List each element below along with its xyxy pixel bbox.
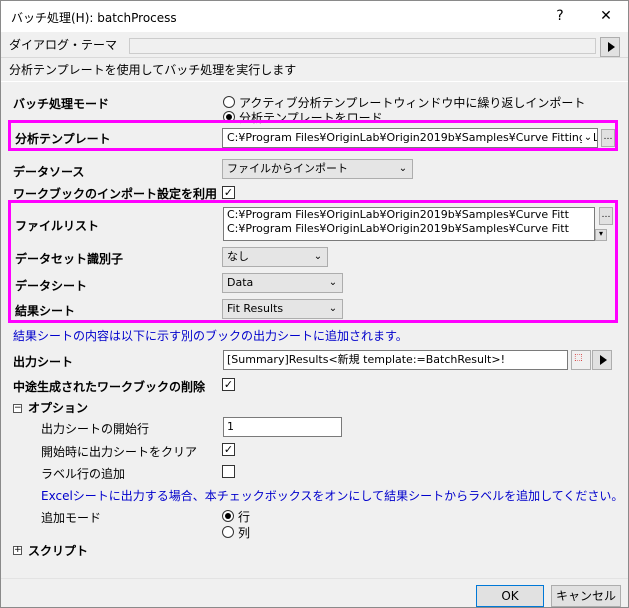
delete-intermediate-label: 中途生成されたワークブックの削除: [13, 380, 206, 394]
theme-label: ダイアログ・テーマ: [9, 38, 118, 52]
chevron-down-icon: ⌄: [582, 129, 594, 147]
separator: [1, 578, 628, 579]
data-sheet-combo[interactable]: Data ⌄: [222, 273, 343, 293]
output-sheet-select-button[interactable]: ⬚: [571, 350, 591, 370]
data-sheet-label: データシート: [15, 279, 88, 293]
batch-mode-radio-repeat[interactable]: [223, 96, 235, 108]
dialog-description: 分析テンプレートを使用してバッチ処理を実行します: [9, 63, 297, 77]
append-mode-option-column: 列: [238, 526, 251, 540]
theme-menu-button[interactable]: [600, 37, 620, 57]
file-list-expand-button[interactable]: ▾: [595, 229, 607, 241]
analysis-template-browse-button[interactable]: …: [601, 129, 615, 147]
dataset-id-label: データセット識別子: [15, 252, 124, 266]
data-sheet-value: Data: [227, 276, 254, 289]
file-list-box[interactable]: C:¥Program Files¥OriginLab¥Origin2019b¥S…: [223, 207, 595, 241]
file-list-item[interactable]: C:¥Program Files¥OriginLab¥Origin2019b¥S…: [224, 208, 594, 222]
analysis-template-label: 分析テンプレート: [15, 132, 111, 146]
result-sheet-combo[interactable]: Fit Results ⌄: [222, 299, 343, 319]
cancel-button[interactable]: キャンセル: [551, 585, 621, 607]
batch-process-dialog: バッチ処理(H): batchProcess ? ✕ ダイアログ・テーマ 分析テ…: [0, 0, 629, 608]
help-button[interactable]: ?: [538, 1, 582, 32]
script-label: スクリプト: [28, 544, 89, 558]
file-list-label: ファイルリスト: [15, 219, 100, 233]
append-mode-option-row: 行: [238, 510, 251, 524]
delete-intermediate-checkbox[interactable]: ✓: [222, 378, 235, 391]
theme-combo[interactable]: [129, 38, 596, 54]
data-source-combo[interactable]: ファイルからインポート ⌄: [222, 159, 413, 179]
output-sheet-menu-button[interactable]: [592, 350, 612, 370]
data-source-value: ファイルからインポート: [227, 162, 348, 175]
analysis-template-combo[interactable]: C:¥Program Files¥OriginLab¥Origin2019b¥S…: [222, 128, 598, 148]
add-label-row-label: ラベル行の追加: [41, 467, 126, 481]
clear-output-checkbox[interactable]: ✓: [222, 443, 235, 456]
result-sheet-label: 結果シート: [15, 304, 76, 318]
result-sheet-note: 結果シートの内容は以下に示す別のブックの出力シートに追加されます。: [13, 329, 408, 343]
dataset-id-combo[interactable]: なし ⌄: [222, 247, 328, 267]
output-sheet-field[interactable]: [Summary]Results<新規 template:=BatchResul…: [223, 350, 568, 370]
script-expand-icon[interactable]: +: [13, 546, 22, 555]
chevron-down-icon: ⌄: [328, 277, 338, 288]
title-bar: バッチ処理(H): batchProcess ? ✕: [1, 1, 628, 32]
append-mode-radio-row[interactable]: [222, 510, 234, 522]
ok-button[interactable]: OK: [476, 585, 544, 607]
output-sheet-label: 出力シート: [13, 355, 74, 369]
options-collapse-icon[interactable]: −: [13, 404, 22, 413]
play-icon: [600, 355, 607, 365]
start-row-label: 出力シートの開始行: [41, 422, 150, 436]
chevron-down-icon: ⌄: [313, 251, 323, 262]
add-label-row-checkbox[interactable]: [222, 465, 235, 478]
dataset-id-value: なし: [227, 250, 249, 263]
analysis-template-value: C:¥Program Files¥OriginLab¥Origin2019b¥S…: [227, 131, 598, 144]
result-sheet-value: Fit Results: [227, 302, 284, 315]
play-icon: [608, 42, 615, 52]
file-list-browse-button[interactable]: …: [599, 207, 613, 225]
separator: [1, 81, 628, 82]
start-row-field[interactable]: 1: [223, 417, 342, 437]
separator: [1, 57, 628, 58]
workbook-import-checkbox[interactable]: ✓: [222, 186, 235, 199]
select-range-icon: ⬚: [574, 353, 583, 363]
clear-output-label: 開始時に出力シートをクリア: [41, 445, 198, 459]
excel-note: Excelシートに出力する場合、本チェックボックスをオンにして結果シートからラベ…: [41, 489, 624, 503]
append-mode-label: 追加モード: [41, 511, 102, 525]
file-list-item[interactable]: C:¥Program Files¥OriginLab¥Origin2019b¥S…: [224, 222, 594, 236]
options-label: オプション: [28, 401, 89, 415]
chevron-down-icon: ⌄: [398, 163, 408, 174]
batch-mode-label: バッチ処理モード: [13, 97, 110, 111]
close-button[interactable]: ✕: [584, 1, 628, 32]
append-mode-radio-column[interactable]: [222, 526, 234, 538]
chevron-down-icon: ⌄: [328, 303, 338, 314]
data-source-label: データソース: [13, 165, 85, 179]
window-title: バッチ処理(H): batchProcess: [11, 11, 177, 25]
